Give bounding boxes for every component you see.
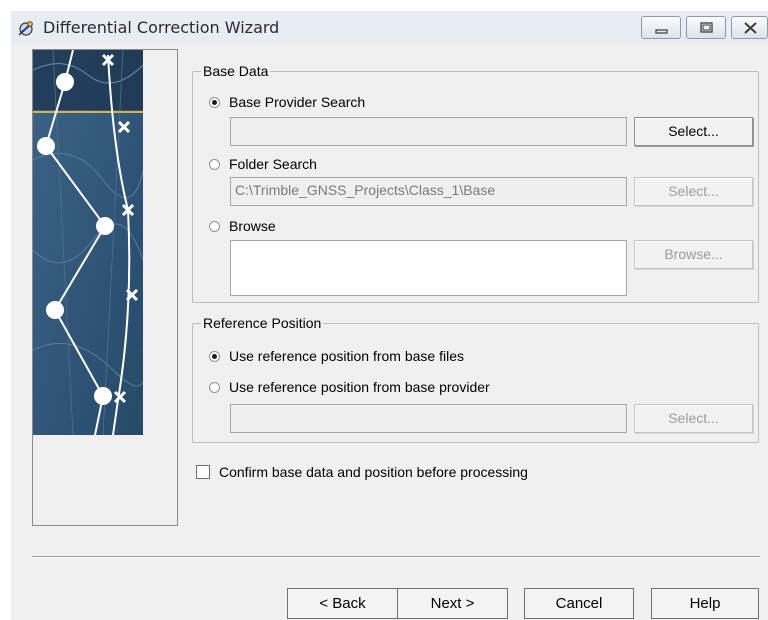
base-provider-field[interactable] bbox=[230, 117, 627, 146]
browse-button[interactable]: Browse... bbox=[634, 240, 753, 269]
from-base-provider-radio[interactable]: Use reference position from base provide… bbox=[209, 377, 490, 397]
browse-radio[interactable]: Browse bbox=[209, 216, 276, 236]
folder-search-radio[interactable]: Folder Search bbox=[209, 154, 317, 174]
radio-indicator[interactable] bbox=[209, 381, 220, 393]
title-bar[interactable]: Differential Correction Wizard bbox=[11, 11, 768, 44]
reference-position-legend: Reference Position bbox=[203, 315, 322, 331]
folder-select-button[interactable]: Select... bbox=[634, 177, 753, 206]
folder-search-label: Folder Search bbox=[229, 156, 317, 172]
minimize-button[interactable] bbox=[641, 16, 681, 39]
base-provider-search-radio[interactable]: Base Provider Search bbox=[209, 92, 365, 112]
satellite-app-icon bbox=[18, 21, 33, 36]
base-provider-search-label: Base Provider Search bbox=[229, 94, 366, 110]
base-data-legend: Base Data bbox=[203, 63, 269, 79]
cancel-button[interactable]: Cancel bbox=[524, 588, 634, 619]
window-title: Differential Correction Wizard bbox=[43, 18, 280, 37]
footer-separator bbox=[32, 556, 760, 558]
minimize-icon bbox=[655, 29, 668, 34]
reference-provider-field[interactable] bbox=[230, 404, 627, 433]
close-icon bbox=[744, 22, 757, 34]
radio-indicator[interactable] bbox=[209, 96, 220, 108]
reference-select-button[interactable]: Select... bbox=[634, 404, 753, 433]
gnss-map-illustration bbox=[33, 50, 143, 435]
confirm-checkbox[interactable] bbox=[196, 465, 210, 479]
wizard-side-panel bbox=[32, 49, 178, 526]
next-button[interactable]: Next > bbox=[397, 588, 508, 619]
from-base-files-radio[interactable]: Use reference position from base files bbox=[209, 346, 464, 366]
radio-indicator[interactable] bbox=[209, 158, 220, 170]
confirm-label: Confirm base data and position before pr… bbox=[219, 464, 528, 480]
close-button[interactable] bbox=[731, 16, 768, 39]
folder-path-field[interactable]: C:\Trimble_GNSS_Projects\Class_1\Base bbox=[230, 177, 627, 206]
from-base-provider-label: Use reference position from base provide… bbox=[229, 379, 490, 395]
browse-label: Browse bbox=[229, 218, 276, 234]
restore-icon bbox=[700, 22, 713, 33]
help-button[interactable]: Help bbox=[651, 588, 759, 619]
radio-indicator[interactable] bbox=[209, 220, 220, 232]
browse-list[interactable] bbox=[230, 240, 627, 296]
from-base-files-label: Use reference position from base files bbox=[229, 348, 464, 364]
radio-indicator[interactable] bbox=[209, 350, 220, 362]
back-button[interactable]: < Back bbox=[287, 588, 398, 619]
wizard-window: Differential Correction Wizard Base Data… bbox=[11, 11, 768, 620]
base-provider-select-button[interactable]: Select... bbox=[634, 117, 753, 146]
restore-button[interactable] bbox=[686, 16, 726, 39]
